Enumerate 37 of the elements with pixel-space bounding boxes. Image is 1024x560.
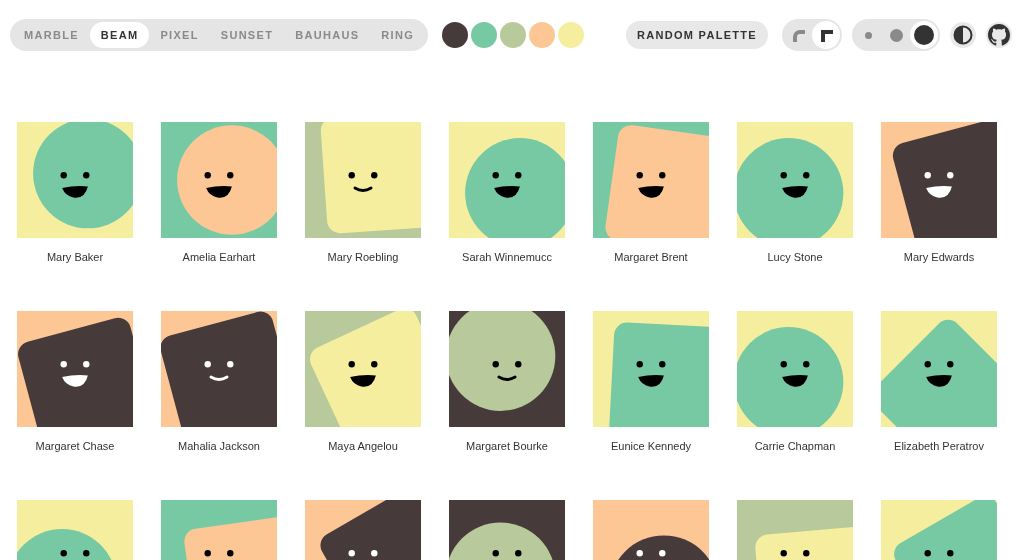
palette-swatch[interactable]	[442, 22, 468, 48]
palette-swatch[interactable]	[500, 22, 526, 48]
circle-icon	[864, 31, 872, 39]
avatar-name: Margaret Brent	[614, 251, 688, 263]
variant-tab[interactable]: MARBLE	[13, 22, 90, 48]
variant-tab[interactable]: BEAM	[89, 22, 150, 48]
github-icon	[988, 24, 1010, 46]
avatar-name: Lucy Stone	[767, 251, 823, 263]
avatar-name: Elizabeth Peratrov	[894, 440, 984, 452]
palette-swatch[interactable]	[558, 22, 584, 48]
avatar-name: Mahalia Jackson	[178, 440, 260, 452]
square-corner-option[interactable]	[812, 21, 840, 49]
theme-toggle-button[interactable]	[950, 22, 976, 48]
circle-icon	[914, 25, 934, 45]
palette-swatch[interactable]	[471, 22, 497, 48]
avatar-name: Eunice Kennedy	[610, 440, 692, 452]
variant-tab[interactable]: PIXEL	[149, 22, 210, 48]
variant-tab[interactable]: BAUHAUS	[284, 22, 371, 48]
avatar-name: Margaret Bourke	[466, 440, 548, 452]
variant-tab[interactable]: RING	[370, 22, 425, 48]
avatar-name: Mary Roebling	[327, 251, 399, 263]
avatar-name: Carrie Chapman	[754, 440, 836, 452]
avatar-name: Amelia Earhart	[182, 251, 256, 263]
avatar-name: Mary Edwards	[903, 251, 975, 263]
avatar-name: Margaret Chase	[35, 440, 115, 452]
random-palette-button[interactable]: RANDOM PALETTE	[625, 21, 768, 49]
square-corner-icon	[819, 28, 833, 42]
circle-icon	[889, 28, 903, 42]
contrast-icon	[953, 25, 973, 45]
avatar-name: Mary Baker	[46, 251, 104, 263]
size-option[interactable]	[910, 21, 938, 49]
avatar-name: Maya Angelou	[328, 440, 398, 452]
round-corner-icon	[791, 28, 805, 42]
palette-swatch[interactable]	[529, 22, 555, 48]
variant-tab[interactable]: SUNSET	[209, 22, 285, 48]
avatar-name: Sarah Winnemucc	[462, 251, 552, 263]
github-button[interactable]	[986, 22, 1012, 48]
